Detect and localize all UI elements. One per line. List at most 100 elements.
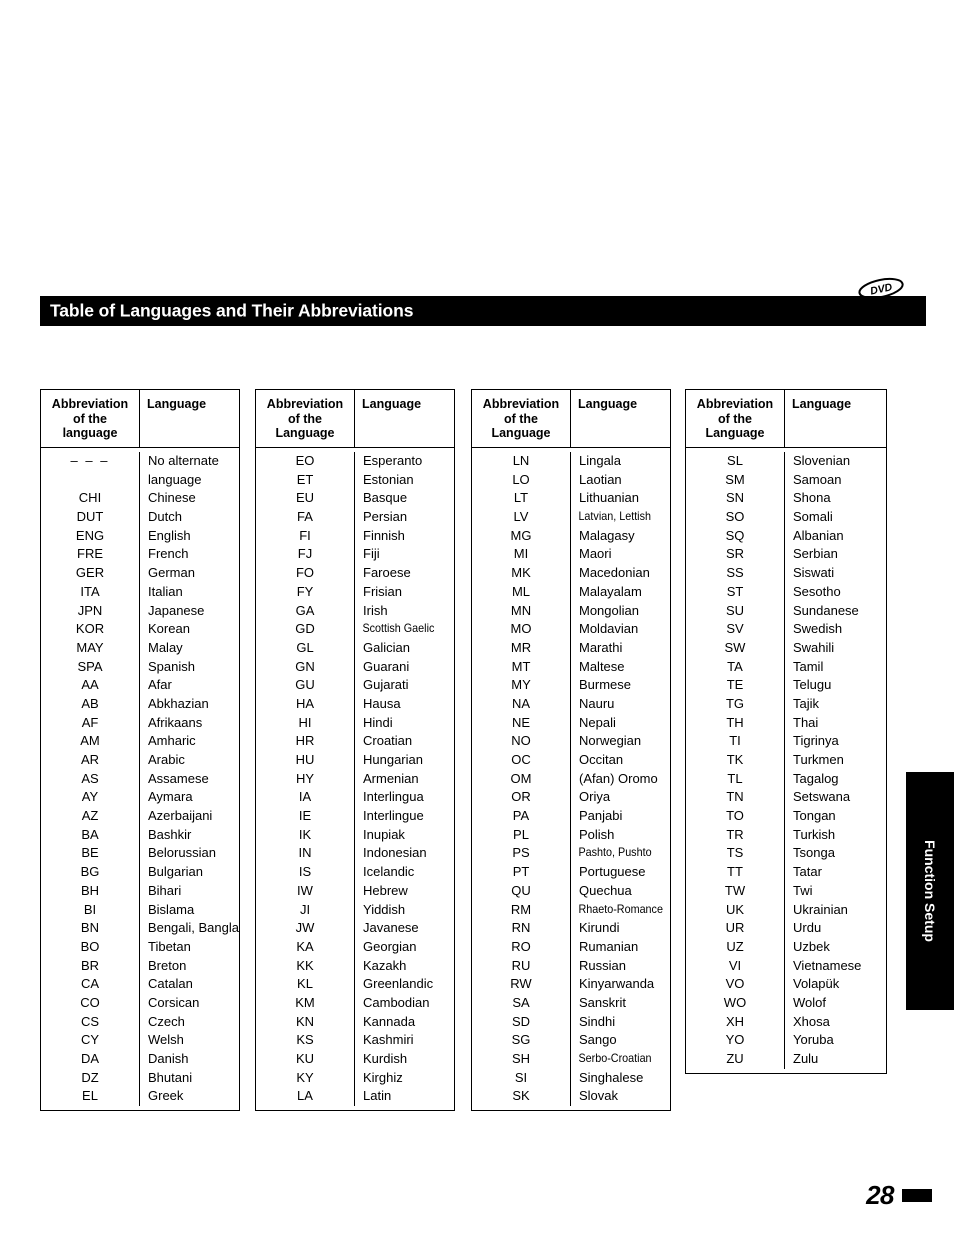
table-body: – – – No alternate language CHI Chinese DUT D…	[41, 448, 239, 1110]
cell-language: Hausa	[363, 695, 401, 711]
cell-abbreviation: OM	[472, 769, 571, 789]
cell-language: Sanskrit	[579, 994, 626, 1010]
table-row: SI Singhalese	[472, 1068, 670, 1088]
cell-abbreviation: WO	[686, 993, 785, 1013]
table-row: LA Latin	[256, 1087, 454, 1107]
cell-language: Afar	[148, 677, 172, 693]
table-row: DUT Dutch	[41, 508, 239, 527]
table-row: AM Amharic	[41, 732, 239, 751]
cell-language: Welsh	[148, 1032, 184, 1048]
cell-abbreviation: AR	[41, 751, 140, 770]
cell-abbreviation: IS	[256, 863, 355, 882]
table-header-row: Abbreviation of the Language Language	[686, 390, 886, 448]
cell-abbreviation: NE	[472, 713, 571, 733]
cell-language: Panjabi	[579, 808, 623, 824]
cell-language: Oriya	[579, 789, 611, 805]
cell-abbreviation: SD	[472, 1012, 571, 1032]
table-row: ZU Zulu	[686, 1050, 886, 1069]
cell-abbreviation: JPN	[41, 601, 140, 621]
cell-language: Mongolian	[579, 602, 639, 618]
cell-language: Catalan	[148, 976, 193, 992]
cell-language: Greek	[148, 1088, 184, 1104]
cell-language: Lingala	[579, 453, 621, 468]
table-row: BI Bislama	[41, 900, 239, 920]
cell-abbreviation: TI	[686, 732, 785, 751]
table-row: AZ Azerbaijani	[41, 807, 239, 826]
language-table-3: Abbreviation of the Language Language LN Li…	[471, 389, 671, 1112]
column-header-abbreviation: Abbreviation of the Language	[256, 390, 355, 447]
cell-language: Rhaeto-Romance	[578, 902, 663, 916]
cell-language: Polish	[579, 826, 615, 842]
cell-language: Telugu	[793, 677, 832, 693]
cell-abbreviation: GN	[256, 657, 355, 677]
cell-language: Samoan	[793, 471, 842, 487]
table-row: DA Danish	[41, 1050, 239, 1069]
cell-abbreviation: YO	[686, 1031, 785, 1050]
cell-language: Galician	[363, 639, 410, 655]
table-body: EO Esperanto ET Estonian EU Basque FA Persian FI…	[256, 448, 454, 1110]
cell-language: Javanese	[363, 920, 419, 936]
cell-abbreviation: IK	[256, 825, 355, 845]
cell-language: Armenian	[363, 770, 419, 786]
table-row: KS Kashmiri	[256, 1031, 454, 1050]
cell-abbreviation: TH	[686, 713, 785, 733]
table-row: SV Swedish	[686, 620, 886, 639]
table-row: EU Basque	[256, 489, 454, 509]
table-row: MK Macedonian	[472, 564, 670, 583]
cell-language: Faroese	[363, 565, 411, 581]
cell-language: No alternate	[148, 453, 219, 468]
table-row: TG Tajik	[686, 694, 886, 714]
cell-language: Thai	[793, 714, 819, 730]
cell-abbreviation: BN	[41, 919, 140, 938]
table-row: ST Sesotho	[686, 582, 886, 602]
table-row: GN Guarani	[256, 657, 454, 677]
table-row: MO Moldavian	[472, 620, 670, 639]
cell-abbreviation: EL	[41, 1087, 140, 1107]
table-row: TK Turkmen	[686, 751, 886, 770]
cell-abbreviation: EU	[256, 489, 355, 509]
cell-abbreviation: OR	[472, 788, 571, 808]
cell-abbreviation: SM	[686, 470, 785, 490]
table-row: RW Kinyarwanda	[472, 975, 670, 994]
table-row: MR Marathi	[472, 638, 670, 658]
table-row: TL Tagalog	[686, 769, 886, 789]
cell-abbreviation: FRE	[41, 545, 140, 565]
cell-abbreviation: SQ	[686, 526, 785, 546]
table-row: VI Vietnamese	[686, 956, 886, 976]
cell-abbreviation: IE	[256, 807, 355, 826]
cell-language: Nepali	[579, 714, 616, 730]
table-row: SQ Albanian	[686, 526, 886, 546]
table-row: AB Abkhazian	[41, 694, 239, 714]
cell-abbreviation: DA	[41, 1050, 140, 1069]
cell-language: Persian	[363, 509, 408, 525]
table-row: TR Turkish	[686, 825, 886, 845]
cell-language: Amharic	[148, 733, 196, 749]
cell-language: Latvian, Lettish	[578, 510, 651, 524]
cell-abbreviation: KK	[256, 956, 355, 976]
table-row: language	[41, 470, 239, 490]
cell-abbreviation: AZ	[41, 807, 140, 826]
cell-abbreviation: SS	[686, 564, 785, 583]
cell-abbreviation: MK	[472, 564, 571, 583]
table-row: PT Portuguese	[472, 863, 670, 882]
cell-abbreviation: KL	[256, 975, 355, 994]
cell-abbreviation: SU	[686, 601, 785, 621]
table-row: OR Oriya	[472, 788, 670, 808]
table-row: SA Sanskrit	[472, 993, 670, 1013]
cell-language: language	[148, 471, 202, 487]
cell-language: Gujarati	[363, 677, 409, 693]
table-row: CA Catalan	[41, 975, 239, 994]
cell-language: Georgian	[363, 938, 417, 954]
table-row: BN Bengali, Bangla	[41, 919, 239, 938]
cell-abbreviation: AA	[41, 676, 140, 695]
cell-abbreviation: MG	[472, 526, 571, 546]
cell-language: Bengali, Bangla	[147, 920, 239, 936]
cell-language: Azerbaijani	[148, 808, 213, 824]
cell-language: Latin	[363, 1088, 392, 1104]
cell-language: Cambodian	[363, 994, 430, 1010]
cell-abbreviation: FO	[256, 564, 355, 583]
cell-abbreviation: SI	[472, 1068, 571, 1088]
section-thumb-tab-label: Function Setup	[922, 840, 938, 942]
cell-language: Turkmen	[793, 752, 844, 767]
cell-language: Burmese	[579, 677, 632, 693]
